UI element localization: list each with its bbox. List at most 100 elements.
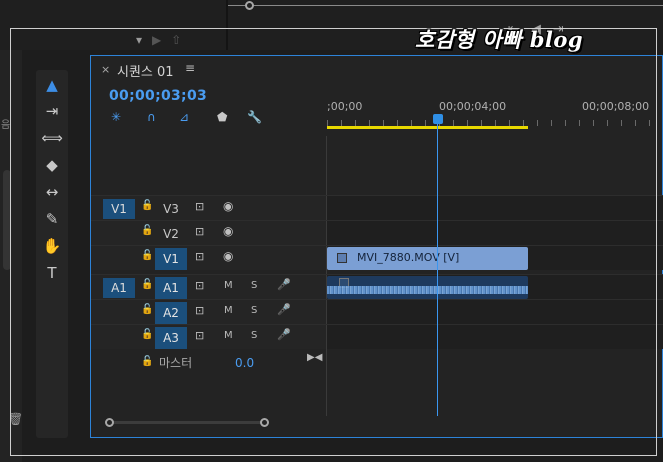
track-lane[interactable] bbox=[327, 325, 663, 349]
master-volume-value[interactable]: 0.0 bbox=[235, 356, 254, 370]
type-tool-icon[interactable]: T bbox=[39, 262, 65, 284]
go-to-end-icon[interactable]: ▶◀ bbox=[307, 352, 322, 363]
nest-toggle-icon[interactable]: ✳ bbox=[111, 110, 121, 124]
mic-icon[interactable]: 🎤 bbox=[277, 278, 291, 291]
eye-icon[interactable]: ◉ bbox=[223, 224, 233, 238]
sync-lock-icon[interactable]: ⊡ bbox=[195, 200, 204, 213]
timeline-header: × 시퀀스 01 ≡ bbox=[91, 56, 662, 82]
filter-icon[interactable]: ▾ bbox=[136, 33, 142, 47]
track-header: 🔓 A2 ⊡ M S 🎤 bbox=[91, 300, 326, 324]
track-select-tool-icon[interactable]: ⇥ bbox=[39, 100, 65, 122]
fx-badge-icon bbox=[337, 253, 347, 263]
linked-selection-icon[interactable]: ⊿ bbox=[179, 110, 189, 124]
selection-tool-icon[interactable]: ▲ bbox=[39, 74, 65, 96]
track-a3: 🔓 A3 ⊡ M S 🎤 bbox=[91, 324, 663, 349]
track-header: 🔓 V1 ⊡ ◉ bbox=[91, 246, 326, 270]
tools-panel: ▲ ⇥ ⟺ ◆ ↔ ✎ ✋ T bbox=[36, 70, 68, 438]
master-lock-icon[interactable]: 🔓 bbox=[141, 356, 153, 367]
audio-clip[interactable] bbox=[327, 276, 528, 299]
solo-button[interactable]: S bbox=[251, 280, 257, 291]
play-icon[interactable]: ▶ bbox=[152, 33, 161, 47]
close-tab-icon[interactable]: × bbox=[101, 63, 110, 76]
pen-tool-icon[interactable]: ✎ bbox=[39, 208, 65, 230]
video-clip[interactable]: MVI_7880.MOV [V] bbox=[327, 247, 528, 270]
sequence-tab-title[interactable]: 시퀀스 01 bbox=[117, 61, 174, 80]
time-ruler[interactable]: ;00;00 00;00;04;00 00;00;08;00 bbox=[327, 96, 663, 134]
playhead-handle[interactable] bbox=[433, 114, 443, 124]
track-lane[interactable] bbox=[327, 196, 663, 220]
track-name-targeted[interactable]: A3 bbox=[155, 327, 187, 349]
slip-tool-icon[interactable]: ↔ bbox=[39, 181, 65, 203]
razor-tool-icon[interactable]: ◆ bbox=[39, 154, 65, 176]
zoom-handle-left[interactable] bbox=[105, 418, 114, 427]
track-name[interactable]: V2 bbox=[155, 223, 187, 245]
sync-lock-icon[interactable]: ⊡ bbox=[195, 279, 204, 292]
ruler-label-start: ;00;00 bbox=[327, 100, 363, 113]
track-a2: 🔓 A2 ⊡ M S 🎤 bbox=[91, 299, 663, 324]
sync-lock-icon[interactable]: ⊡ bbox=[195, 304, 204, 317]
sync-lock-icon[interactable]: ⊡ bbox=[195, 225, 204, 238]
eye-icon[interactable]: ◉ bbox=[223, 199, 233, 213]
track-name-targeted[interactable]: A2 bbox=[155, 302, 187, 324]
track-name-targeted[interactable]: V1 bbox=[155, 248, 187, 270]
lock-icon[interactable]: 🔓 bbox=[141, 200, 153, 211]
snap-icon[interactable]: ∩ bbox=[147, 110, 156, 124]
panel-divider bbox=[226, 0, 228, 50]
panel-menu-icon[interactable]: ≡ bbox=[185, 61, 195, 75]
mute-button[interactable]: M bbox=[224, 305, 233, 316]
clip-name: MVI_7880.MOV [V] bbox=[357, 251, 460, 264]
zoom-scrollbar-track bbox=[109, 421, 261, 424]
track-header: V1 🔓 V3 ⊡ ◉ bbox=[91, 196, 326, 220]
track-v1: 🔓 V1 ⊡ ◉ MVI_7880.MOV [V] bbox=[91, 245, 663, 270]
track-v3: V1 🔓 V3 ⊡ ◉ bbox=[91, 195, 663, 220]
track-header: 🔓 V2 ⊡ ◉ bbox=[91, 221, 326, 245]
mute-button[interactable]: M bbox=[224, 280, 233, 291]
timeline-settings-icon[interactable]: 🔧 bbox=[247, 110, 262, 124]
audio-waveform bbox=[327, 286, 528, 294]
source-patch-a1[interactable]: A1 bbox=[103, 278, 135, 298]
solo-button[interactable]: S bbox=[251, 330, 257, 341]
track-lane[interactable] bbox=[327, 221, 663, 245]
add-marker-icon[interactable]: ⬟ bbox=[217, 110, 227, 124]
track-name-targeted[interactable]: A1 bbox=[155, 277, 187, 299]
mic-icon[interactable]: 🎤 bbox=[277, 328, 291, 341]
track-v2: 🔓 V2 ⊡ ◉ bbox=[91, 220, 663, 245]
ruler-label-4s: 00;00;04;00 bbox=[439, 100, 507, 113]
track-lane[interactable] bbox=[327, 275, 663, 299]
source-patch-v1[interactable]: V1 bbox=[103, 199, 135, 219]
top-scrollbar-handle[interactable] bbox=[245, 1, 254, 10]
hand-tool-icon[interactable]: ✋ bbox=[39, 235, 65, 257]
track-header: A1 🔓 A1 ⊡ M S 🎤 bbox=[91, 275, 326, 299]
lock-icon[interactable]: 🔓 bbox=[141, 250, 153, 261]
ripple-edit-tool-icon[interactable]: ⟺ bbox=[39, 127, 65, 149]
lock-icon[interactable]: 🔓 bbox=[141, 329, 153, 340]
sync-lock-icon[interactable]: ⊡ bbox=[195, 250, 204, 263]
trash-icon[interactable]: 🗑 bbox=[8, 412, 23, 426]
top-scrollbar-track bbox=[228, 5, 663, 6]
project-scrollbar[interactable] bbox=[3, 170, 11, 270]
eye-icon[interactable]: ◉ bbox=[223, 249, 233, 263]
timeline-controls: ✳ ∩ ⊿ ⬟ 🔧 bbox=[111, 110, 271, 128]
playhead-timecode[interactable]: 00;00;03;03 bbox=[109, 88, 207, 104]
mute-button[interactable]: M bbox=[224, 330, 233, 341]
track-name[interactable]: V3 bbox=[155, 198, 187, 220]
timeline-zoom-scrollbar[interactable] bbox=[105, 418, 269, 427]
work-area-bar[interactable] bbox=[327, 126, 528, 129]
track-lane[interactable]: MVI_7880.MOV [V] bbox=[327, 246, 663, 270]
ruler-label-8s: 00;00;08;00 bbox=[582, 100, 650, 113]
timeline-panel: × 시퀀스 01 ≡ 00;00;03;03 ✳ ∩ ⊿ ⬟ 🔧 ;00;00 … bbox=[90, 55, 663, 438]
lock-icon[interactable]: 🔓 bbox=[141, 225, 153, 236]
track-header: 🔓 A3 ⊡ M S 🎤 bbox=[91, 325, 326, 349]
master-track-label: 마스터 bbox=[159, 356, 193, 370]
playhead-line[interactable] bbox=[437, 124, 438, 416]
solo-button[interactable]: S bbox=[251, 305, 257, 316]
lock-icon[interactable]: 🔓 bbox=[141, 304, 153, 315]
mic-icon[interactable]: 🎤 bbox=[277, 303, 291, 316]
panel-label: 음 bbox=[1, 120, 11, 131]
sync-lock-icon[interactable]: ⊡ bbox=[195, 329, 204, 342]
track-lane[interactable] bbox=[327, 300, 663, 324]
export-icon[interactable]: ⇧ bbox=[171, 33, 181, 47]
lock-icon[interactable]: 🔓 bbox=[141, 279, 153, 290]
zoom-handle-right[interactable] bbox=[260, 418, 269, 427]
blog-watermark: 호감형 아빠 blog bbox=[415, 27, 584, 52]
